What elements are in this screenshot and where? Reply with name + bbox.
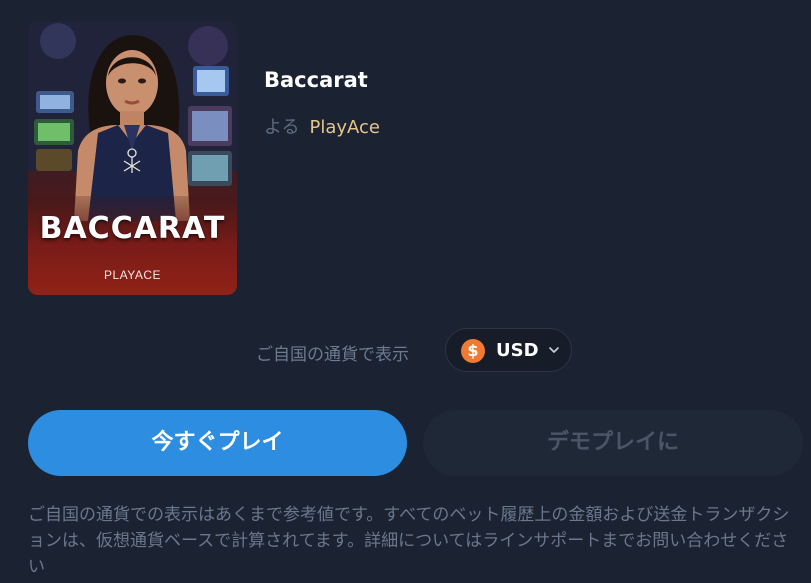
currency-disclaimer: ご自国の通貨での表示はあくまで参考値です。すべてのベット履歴上の金額および送金ト… (28, 505, 790, 577)
provider-line: よる PlayAce (264, 113, 380, 139)
thumbnail-title: BACCARAT (39, 211, 226, 246)
usd-coin-icon: $ (461, 339, 485, 363)
currency-select[interactable]: $ USD (445, 328, 572, 372)
currency-label: ご自国の通貨で表示 (256, 345, 409, 365)
game-thumbnail[interactable]: BACCARAT PLAYACE (28, 21, 237, 295)
currency-code: USD (496, 340, 539, 361)
play-now-button[interactable]: 今すぐプレイ (28, 410, 407, 476)
by-label: よる (264, 117, 300, 138)
game-title: Baccarat (264, 68, 368, 92)
thumbnail-provider: PLAYACE (103, 268, 162, 282)
chevron-down-icon (549, 347, 559, 353)
provider-link[interactable]: PlayAce (309, 117, 380, 138)
dealer-illustration (28, 21, 237, 295)
game-detail-page: BACCARAT PLAYACE Baccarat よる PlayAce ご自国の… (0, 0, 811, 583)
demo-play-button[interactable]: デモプレイに (423, 410, 803, 476)
